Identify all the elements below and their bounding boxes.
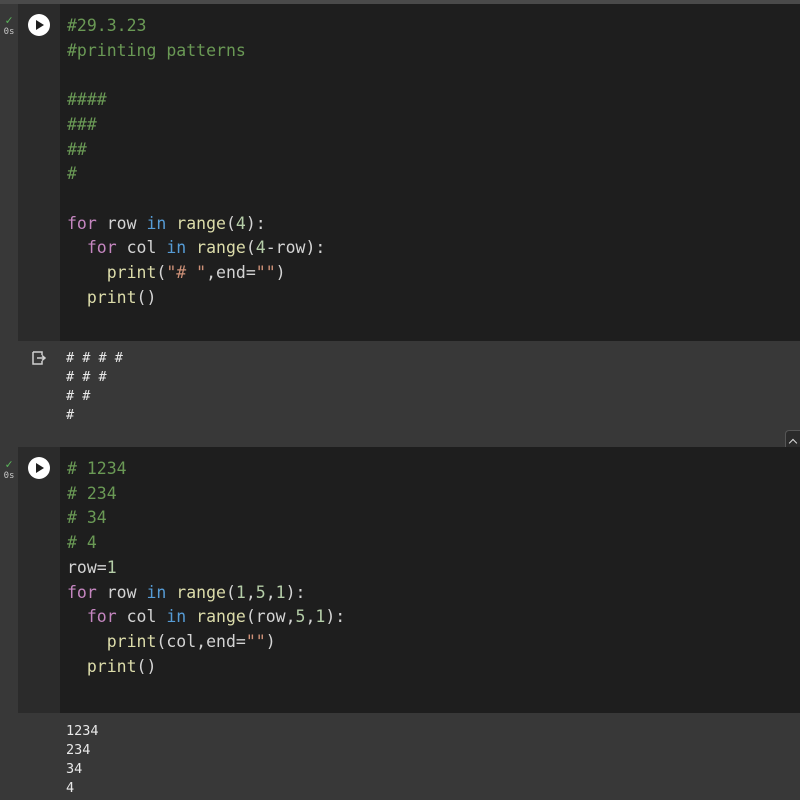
output-line: # # # # <box>66 350 123 366</box>
code-line: print(col,end="") <box>106 631 276 651</box>
success-check-icon: ✓ <box>5 13 13 27</box>
output-line: 34 <box>66 761 83 777</box>
code-line: # <box>67 164 77 184</box>
execution-time: 0s <box>3 471 15 481</box>
code-line: #printing patterns <box>67 40 246 60</box>
code-cell-2[interactable]: # 1234 # 234 # 34 # 4 row=1 for row in r… <box>18 447 800 713</box>
code-line: # 34 <box>67 508 107 528</box>
code-line: row=1 <box>67 557 117 577</box>
code-line: # 4 <box>67 533 97 553</box>
code-line: for row in range(1,5,1): <box>67 582 306 602</box>
code-line: #29.3.23 <box>67 16 147 35</box>
code-editor[interactable]: # 1234 # 234 # 34 # 4 row=1 for row in r… <box>60 447 800 713</box>
output-text: # # # # # # # # # # <box>66 349 123 425</box>
code-line: # 234 <box>67 483 117 503</box>
code-line: for col in range(row,5,1): <box>86 607 346 627</box>
output-line: 234 <box>66 742 91 758</box>
output-arrow-icon[interactable] <box>32 351 46 365</box>
output-line: 4 <box>66 780 75 796</box>
code-line: ### <box>67 114 97 134</box>
code-line: ## <box>67 139 87 159</box>
cell-1-status: ✓ 0s <box>0 14 18 38</box>
cell-1-gutter <box>18 4 60 341</box>
code-line: for col in range(4-row): <box>86 238 326 258</box>
code-line: # 1234 <box>67 459 127 478</box>
code-line: print("# ",end="") <box>106 263 286 283</box>
output-line: # <box>66 407 75 423</box>
code-content[interactable]: #29.3.23 #printing patterns #### ### ## … <box>67 14 325 310</box>
cell-2-status: ✓ 0s <box>0 458 18 482</box>
code-line: print() <box>86 287 157 307</box>
code-line: for row in range(4): <box>67 213 266 233</box>
cell-2-gutter <box>18 447 60 713</box>
output-line: 1234 <box>66 723 99 739</box>
code-content[interactable]: # 1234 # 234 # 34 # 4 row=1 for row in r… <box>67 457 345 679</box>
run-cell-button[interactable] <box>28 14 50 36</box>
execution-time: 0s <box>3 27 15 37</box>
output-area-2: 1234 234 34 4 <box>18 713 800 800</box>
success-check-icon: ✓ <box>5 457 13 471</box>
run-cell-button[interactable] <box>28 457 50 479</box>
code-cell-1[interactable]: #29.3.23 #printing patterns #### ### ## … <box>18 4 800 341</box>
code-line: print() <box>86 656 157 676</box>
output-text: 1234 234 34 4 <box>66 722 99 798</box>
code-line: #### <box>67 90 107 110</box>
output-line: # # # <box>66 369 107 385</box>
output-line: # # <box>66 388 91 404</box>
output-area-1: # # # # # # # # # # <box>18 341 800 447</box>
code-editor[interactable]: #29.3.23 #printing patterns #### ### ## … <box>60 4 800 341</box>
